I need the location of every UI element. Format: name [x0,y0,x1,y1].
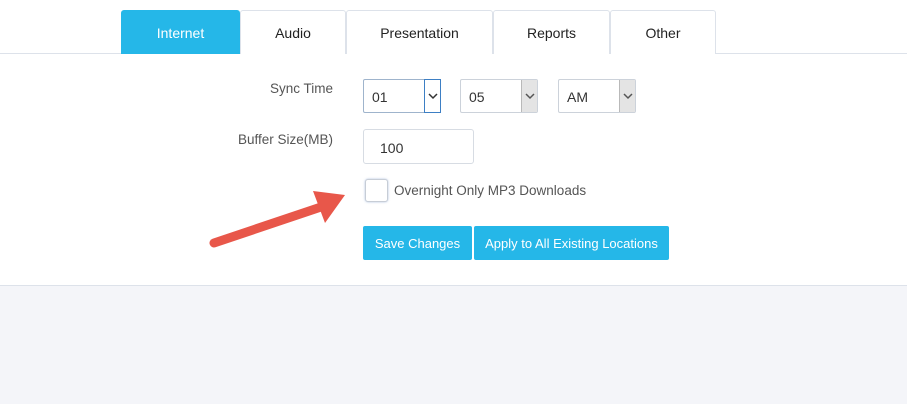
tab-audio[interactable]: Audio [240,10,346,54]
overnight-mp3-checkbox[interactable] [365,179,388,202]
buffer-size-input[interactable]: 100 [363,129,474,164]
overnight-mp3-label: Overnight Only MP3 Downloads [394,183,587,198]
chevron-down-icon[interactable] [521,80,537,112]
sync-minute-value: 05 [469,89,485,105]
tab-other[interactable]: Other [610,10,716,54]
sync-period-value: AM [567,89,588,105]
sync-time-label: Sync Time [269,81,333,96]
apply-all-locations-button[interactable]: Apply to All Existing Locations [474,226,669,260]
sync-hour-select[interactable]: 01 [363,79,441,113]
tab-reports[interactable]: Reports [493,10,610,54]
chevron-down-icon[interactable] [619,80,635,112]
save-changes-button[interactable]: Save Changes [363,226,472,260]
pointer-arrow-icon [209,191,345,248]
sync-minute-select[interactable]: 05 [460,79,538,113]
tab-presentation[interactable]: Presentation [346,10,493,54]
buffer-size-label: Buffer Size(MB) [237,132,333,147]
sync-period-select[interactable]: AM [558,79,636,113]
tab-internet[interactable]: Internet [121,10,240,54]
sync-hour-value: 01 [372,89,388,105]
settings-panel: Internet Audio Presentation Reports Othe… [0,0,907,286]
buffer-size-value: 100 [380,140,404,156]
chevron-down-icon[interactable] [424,79,441,113]
